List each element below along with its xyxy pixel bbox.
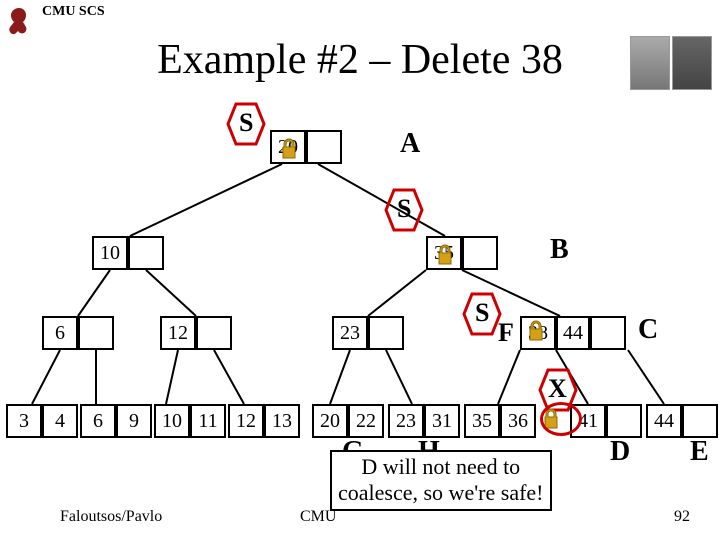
cell-empty xyxy=(128,238,162,268)
node-C2: 12 xyxy=(160,316,232,350)
annotation-line1: D will not need to xyxy=(338,454,544,480)
cell-empty xyxy=(682,406,716,436)
cell: 6 xyxy=(44,318,78,348)
cell: 23 xyxy=(334,318,368,348)
leaf-1: 3 4 xyxy=(6,404,78,438)
cell: 6 xyxy=(82,406,116,436)
node-C1: 6 xyxy=(42,316,114,350)
lock-icon xyxy=(278,138,300,160)
cell: 23 xyxy=(390,406,424,436)
cell-empty xyxy=(368,318,402,348)
label-X: X xyxy=(548,374,567,404)
node-C3: 23 xyxy=(332,316,404,350)
cell: 10 xyxy=(94,238,128,268)
cell-empty xyxy=(590,318,624,348)
cell: 12 xyxy=(230,406,264,436)
label-S2: S xyxy=(397,194,411,224)
leaf-5-G: 20 22 xyxy=(312,404,384,438)
footer-center: CMU xyxy=(300,508,336,526)
cell: 36 xyxy=(500,406,534,436)
cell-empty xyxy=(606,406,640,436)
label-F: F xyxy=(498,318,514,348)
leaf-6-H: 23 31 xyxy=(388,404,460,438)
cell: 11 xyxy=(190,406,224,436)
slide-title: Example #2 – Delete 38 xyxy=(0,36,720,84)
label-A: A xyxy=(400,128,420,160)
header-org: CMU SCS xyxy=(42,4,105,20)
label-S1: S xyxy=(239,108,253,138)
label-B: B xyxy=(550,234,569,266)
label-D: D xyxy=(610,436,630,468)
delete-target-circle xyxy=(540,402,582,436)
footer-authors: Faloutsos/Pavlo xyxy=(60,508,162,526)
cell-empty xyxy=(306,132,340,162)
node-B-left: 10 xyxy=(92,236,164,270)
leaf-2: 6 9 xyxy=(80,404,152,438)
cell: 35 xyxy=(466,406,500,436)
leaf-7-D: 35 36 xyxy=(464,404,536,438)
label-C: C xyxy=(638,314,658,346)
cell-empty xyxy=(196,318,230,348)
cell: 31 xyxy=(424,406,458,436)
lock-icon xyxy=(525,320,547,342)
lock-icon xyxy=(434,244,456,266)
leaf-3: 10 11 xyxy=(154,404,226,438)
leaf-4: 12 13 xyxy=(228,404,300,438)
cell: 13 xyxy=(264,406,298,436)
label-E: E xyxy=(690,436,709,468)
cell: 12 xyxy=(162,318,196,348)
cell: 10 xyxy=(156,406,190,436)
cell: 22 xyxy=(348,406,382,436)
cell: 9 xyxy=(116,406,150,436)
cell: 20 xyxy=(314,406,348,436)
annotation-box: D will not need to coalesce, so we're sa… xyxy=(330,450,552,511)
cell: 44 xyxy=(556,318,590,348)
cell-empty xyxy=(462,238,496,268)
leaf-9-E: 44 xyxy=(646,404,718,438)
slide-number: 92 xyxy=(674,508,690,526)
label-S3: S xyxy=(475,298,489,328)
cell-empty xyxy=(78,318,112,348)
cell: 3 xyxy=(8,406,42,436)
annotation-line2: coalesce, so we're safe! xyxy=(338,480,544,506)
cell: 4 xyxy=(42,406,76,436)
cmu-logo xyxy=(4,6,34,38)
cell: 44 xyxy=(648,406,682,436)
